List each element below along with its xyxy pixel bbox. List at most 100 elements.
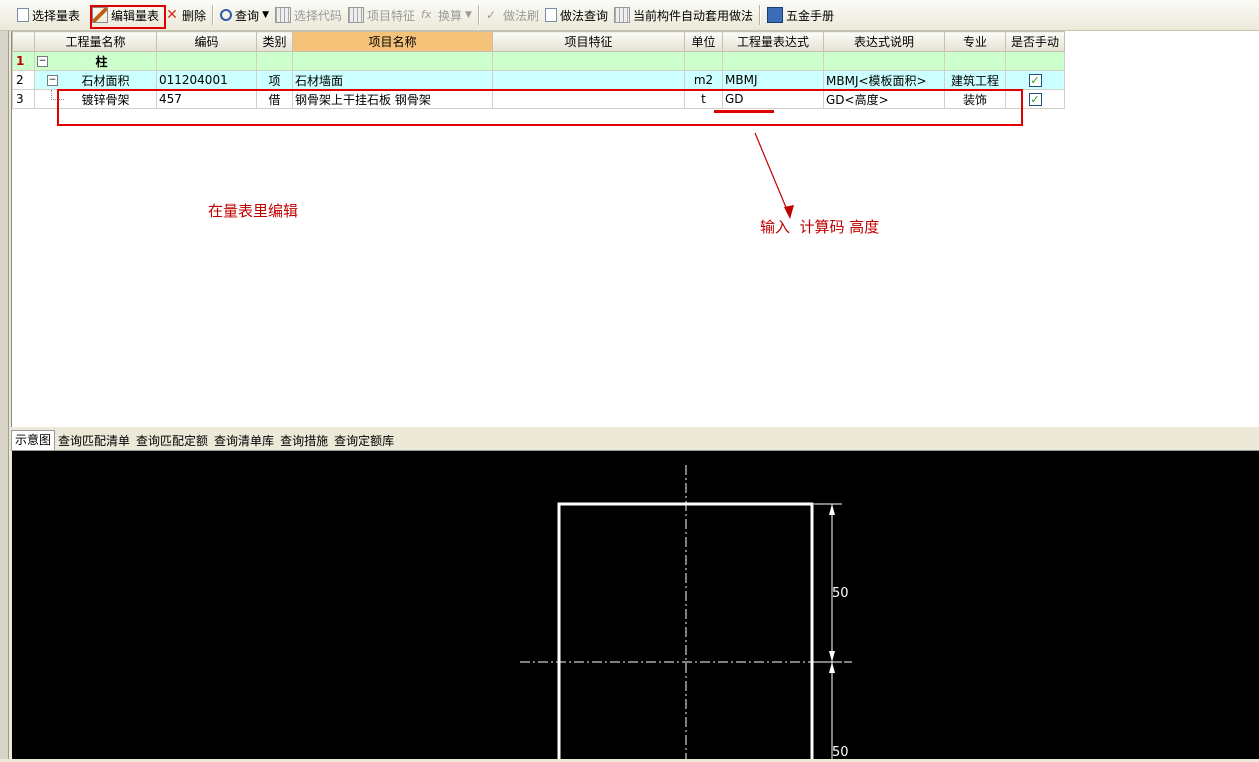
delete-icon: ✕ [166, 7, 178, 23]
expression-underline [714, 110, 774, 113]
cell-unit[interactable]: t [684, 89, 723, 109]
toolbar-separator [212, 5, 215, 25]
auto-apply-icon [613, 7, 630, 23]
search-icon [220, 9, 233, 21]
collapse-icon[interactable]: − [47, 75, 58, 86]
toolbar-separator [759, 5, 761, 25]
chevron-down-icon: ▼ [262, 10, 269, 20]
row-number: 2 [12, 70, 35, 90]
dim-label-top: 50 [832, 586, 849, 601]
edit-note: 在量表里编辑 [208, 202, 299, 220]
method-brush-button[interactable]: ✓ 做法刷 [483, 4, 542, 26]
diagram-canvas: 50 50 [12, 451, 1259, 762]
cell-manual[interactable]: ✓ [1005, 70, 1065, 90]
cell-expression[interactable] [722, 51, 824, 71]
header-expression-desc[interactable]: 表达式说明 [823, 31, 945, 52]
cell-code[interactable]: 011204001 [156, 70, 257, 90]
tab-quota-library[interactable]: 查询定额库 [331, 432, 397, 450]
cell-item-name[interactable] [292, 51, 493, 71]
manual-book-icon [767, 7, 783, 23]
cell-expression[interactable]: GD [722, 89, 824, 109]
header-expression[interactable]: 工程量表达式 [722, 31, 824, 52]
dim-label-bottom: 50 [832, 745, 849, 759]
cell-major[interactable] [944, 51, 1006, 71]
cell-name[interactable]: 镀锌骨架 [34, 89, 157, 109]
cell-unit[interactable]: m2 [684, 70, 723, 90]
cell-expression-desc[interactable] [823, 51, 945, 71]
toolbar-separator [477, 5, 480, 25]
cell-feature[interactable] [492, 70, 685, 90]
cell-manual[interactable] [1005, 51, 1065, 71]
method-query-button[interactable]: 做法查询 [542, 4, 611, 26]
formula-icon: fx [421, 8, 432, 21]
header-manual[interactable]: 是否手动 [1005, 31, 1065, 52]
header-code[interactable]: 编码 [156, 31, 257, 52]
item-feature-icon [348, 7, 364, 23]
cell-type[interactable]: 借 [256, 89, 293, 109]
cell-unit[interactable] [684, 51, 723, 71]
cell-feature[interactable] [492, 51, 685, 71]
select-table-icon [17, 8, 29, 22]
quantity-table: 工程量名称 编码 类别 项目名称 项目特征 单位 工程量表达式 表达式说明 专业… [12, 31, 1065, 109]
select-table-button[interactable]: 选择量表 [14, 4, 83, 26]
cell-expression-desc[interactable]: GD<高度> [823, 89, 945, 109]
annotation-arrow [754, 132, 794, 219]
table-row[interactable]: 3 镀锌骨架 457 借 钢骨架上干挂石板 钢骨架 t GD GD<高度> 装饰… [12, 89, 1065, 109]
select-code-icon [274, 7, 291, 23]
dim-arrow-mid-up [829, 651, 835, 662]
cell-expression[interactable]: MBMJ [722, 70, 824, 90]
cell-code[interactable]: 457 [156, 89, 257, 109]
delete-button[interactable]: ✕ 删除 [162, 4, 209, 26]
quantity-table-panel: 工程量名称 编码 类别 项目名称 项目特征 单位 工程量表达式 表达式说明 专业… [11, 31, 1259, 427]
manual-checkbox[interactable]: ✓ [1028, 74, 1042, 87]
header-type[interactable]: 类别 [256, 31, 293, 52]
header-rownum [12, 31, 35, 52]
item-feature-button[interactable]: 项目特征 [345, 4, 418, 26]
header-item-name[interactable]: 项目名称 [292, 31, 493, 52]
auto-apply-button[interactable]: 当前构件自动套用做法 [611, 4, 756, 26]
table-row[interactable]: 1 − 柱 [12, 51, 1065, 71]
row-number: 1 [12, 51, 35, 71]
cell-type[interactable]: 项 [256, 70, 293, 90]
chevron-down-icon: ▼ [465, 10, 472, 20]
tab-measures[interactable]: 查询措施 [277, 432, 331, 450]
cell-feature[interactable] [492, 89, 685, 109]
select-code-button[interactable]: 选择代码 [272, 4, 345, 26]
table-header: 工程量名称 编码 类别 项目名称 项目特征 单位 工程量表达式 表达式说明 专业… [12, 31, 1065, 52]
method-query-icon [544, 8, 557, 22]
cell-item-name[interactable]: 石材墙面 [292, 70, 493, 90]
row-number: 3 [12, 89, 35, 109]
cell-manual[interactable]: ✓ [1005, 89, 1065, 109]
cell-type[interactable] [256, 51, 293, 71]
tree-line-icon [51, 90, 64, 100]
cell-name[interactable]: − 柱 [34, 51, 157, 71]
cell-name[interactable]: − 石材面积 [34, 70, 157, 90]
cell-major[interactable]: 装饰 [944, 89, 1006, 109]
tab-diagram[interactable]: 示意图 [11, 430, 56, 450]
collapse-icon[interactable]: − [37, 56, 48, 67]
cell-code[interactable] [156, 51, 257, 71]
header-major[interactable]: 专业 [944, 31, 1006, 52]
tab-list-library[interactable]: 查询清单库 [211, 432, 277, 450]
edit-table-button[interactable]: 编辑量表 [89, 4, 162, 26]
cell-item-name[interactable]: 钢骨架上干挂石板 钢骨架 [292, 89, 493, 109]
manual-checkbox[interactable]: ✓ [1028, 93, 1042, 106]
formula-button[interactable]: fx 换算 ▼ [418, 4, 475, 26]
tab-match-quota[interactable]: 查询匹配定额 [133, 432, 211, 450]
left-scrollbar[interactable] [0, 31, 9, 759]
cell-expression-desc[interactable]: MBMJ<模板面积> [823, 70, 945, 90]
dim-arrow-top [829, 504, 835, 515]
input-note: 输入 计算码 高度 [760, 218, 880, 236]
brush-icon: ✓ [485, 8, 497, 22]
search-button[interactable]: 查询 ▼ [217, 4, 272, 26]
table-row[interactable]: 2 − 石材面积 011204001 项 石材墙面 m2 MBMJ MBMJ<模… [12, 70, 1065, 90]
header-feature[interactable]: 项目特征 [492, 31, 685, 52]
cell-major[interactable]: 建筑工程 [944, 70, 1006, 90]
toolbar: 选择量表 编辑量表 ✕ 删除 查询 ▼ 选择代码 项目特征 fx 换算 ▼ ✓ … [0, 0, 1259, 31]
header-unit[interactable]: 单位 [684, 31, 723, 52]
tab-match-list[interactable]: 查询匹配清单 [55, 432, 133, 450]
dim-arrow-mid-down [829, 662, 835, 673]
header-name[interactable]: 工程量名称 [34, 31, 157, 52]
bottom-tab-bar: 示意图 查询匹配清单 查询匹配定额 查询清单库 查询措施 查询定额库 [11, 430, 1259, 451]
hardware-manual-button[interactable]: 五金手册 [764, 4, 837, 26]
